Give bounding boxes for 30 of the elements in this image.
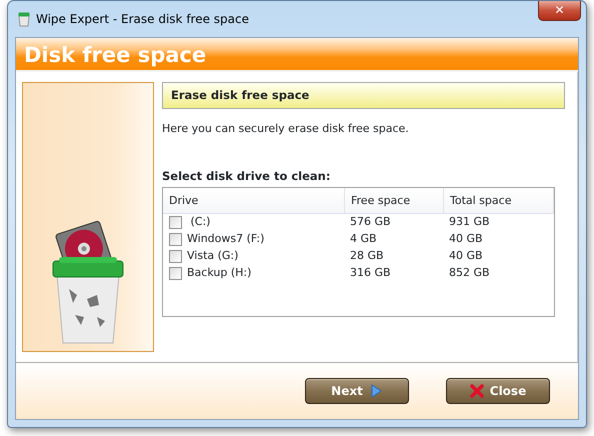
table-cell-text: 931 GB xyxy=(448,214,491,230)
next-button[interactable]: Next xyxy=(305,378,409,404)
list-label: Select disk drive to clean: xyxy=(162,168,332,185)
table-cell-text: 576 GB xyxy=(349,214,392,230)
checkbox[interactable] xyxy=(169,216,182,228)
page-heading: Disk free space xyxy=(24,42,206,68)
app-icon xyxy=(18,11,30,27)
table-cell-text: 4 GB xyxy=(349,230,378,247)
section-title: Erase disk free space xyxy=(162,82,565,110)
description-text: Here you can securely erase disk free space. xyxy=(162,121,410,138)
column-header[interactable]: Free space xyxy=(345,188,444,212)
drive-name: (C:) xyxy=(189,214,210,230)
table-cell-text: 28 GB xyxy=(349,248,385,264)
drive-name: Windows7 (F:) xyxy=(187,230,264,247)
checkbox[interactable] xyxy=(169,266,182,280)
table-cell-text: 40 GB xyxy=(448,230,484,247)
table-cell-text: 40 GB xyxy=(448,248,484,264)
window-title: Wipe Expert - Erase disk free space xyxy=(36,11,249,28)
column-header[interactable]: Total space xyxy=(444,188,554,212)
table-cell-text: 316 GB xyxy=(349,264,392,281)
close-button[interactable]: Close xyxy=(446,378,550,404)
drive-name: Backup (H:) xyxy=(187,264,252,281)
drive-name: Vista (G:) xyxy=(187,248,238,264)
checkbox[interactable] xyxy=(169,232,182,246)
checkbox[interactable] xyxy=(169,250,182,262)
close-button[interactable]: ✕ xyxy=(538,1,581,21)
close-icon xyxy=(470,384,484,398)
column-header[interactable]: Drive xyxy=(163,188,345,212)
arrow-right-icon xyxy=(368,384,383,398)
table-cell-text: 852 GB xyxy=(448,264,491,281)
